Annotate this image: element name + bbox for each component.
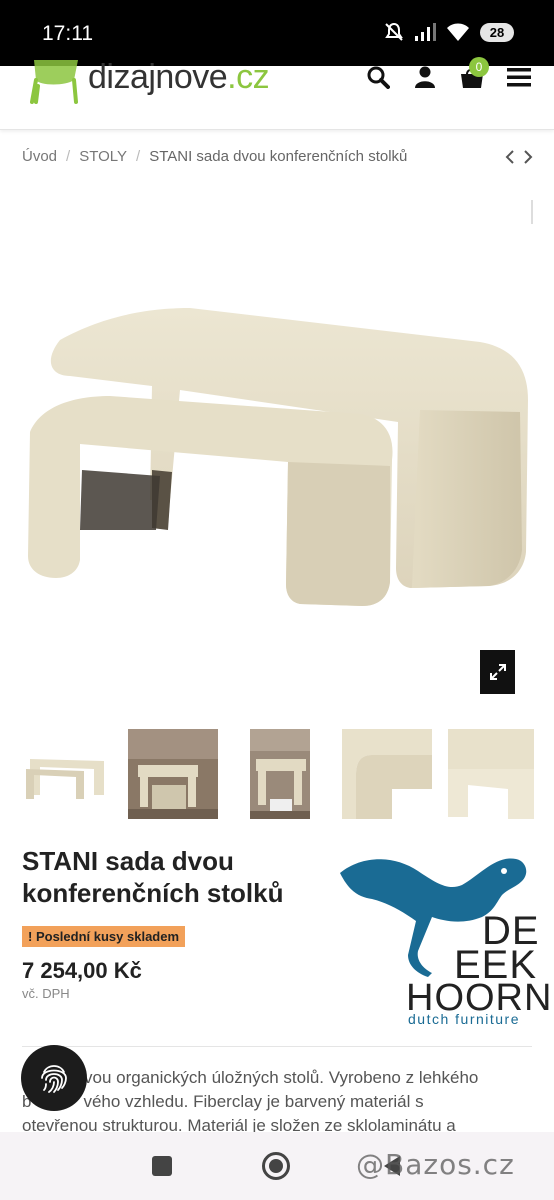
chevron-right-icon[interactable] — [522, 148, 534, 166]
thumbnail[interactable] — [128, 729, 218, 819]
header-actions: 0 — [365, 57, 532, 89]
thumbnail[interactable] — [448, 729, 534, 819]
status-icons: 28 — [384, 22, 514, 42]
breadcrumb-home[interactable]: Úvod — [22, 148, 57, 165]
product-description: vou organických úložných stolů. Vyrobeno… — [22, 1066, 534, 1138]
status-time: 17:11 — [42, 22, 93, 45]
brand-logo[interactable]: DE EEK HOORN dutch furniture — [330, 845, 551, 1030]
product-nav — [504, 148, 534, 166]
section-divider — [22, 1046, 532, 1047]
site-logo[interactable]: dizajnove.cz — [26, 58, 270, 104]
logo-text: dizajnove.cz — [88, 58, 270, 96]
watermark: @Bazos.cz — [356, 1148, 515, 1181]
brand-tagline: dutch furniture — [408, 1011, 520, 1027]
battery-icon: 28 — [480, 22, 514, 42]
description-line: vou organických úložných stolů. Vyrobeno… — [84, 1068, 479, 1087]
recents-button[interactable] — [152, 1156, 172, 1176]
zoom-button[interactable] — [480, 650, 515, 694]
vat-note: vč. DPH — [22, 986, 70, 1001]
user-icon[interactable] — [412, 66, 438, 88]
site-header: dizajnove.cz 0 — [0, 57, 554, 130]
fingerprint-button[interactable] — [21, 1045, 87, 1111]
description-line: b vého vzhledu. Fiberclay je barvený mate… — [22, 1092, 424, 1111]
breadcrumb-category[interactable]: STOLY — [79, 148, 127, 165]
menu-icon[interactable] — [506, 66, 532, 88]
wifi-icon — [447, 23, 469, 41]
product-title: STANI sada dvou konferenčních stolků — [22, 846, 284, 908]
expand-icon — [489, 664, 506, 680]
thumbnail[interactable] — [250, 729, 310, 819]
product-price: 7 254,00 Kč — [22, 958, 142, 983]
chevron-left-icon[interactable] — [504, 148, 516, 166]
status-bar: 17:11 28 — [0, 0, 554, 66]
thumbnail[interactable] — [342, 729, 432, 819]
cart-count-badge: 0 — [469, 57, 489, 77]
warning-icon: ! — [28, 929, 33, 944]
cart-icon[interactable]: 0 — [459, 57, 489, 88]
fingerprint-icon — [41, 1065, 67, 1093]
search-icon[interactable] — [365, 66, 391, 89]
stock-badge: ! Poslední kusy skladem — [22, 926, 186, 947]
breadcrumb: Úvod / STOLY / STANI sada dvou konferenč… — [22, 148, 407, 165]
image-scroll-indicator — [531, 200, 533, 224]
signal-icon — [415, 23, 436, 41]
chair-logo-icon — [30, 60, 78, 104]
breadcrumb-separator: / — [66, 148, 71, 165]
thumbnail[interactable] — [22, 729, 112, 819]
home-button[interactable] — [262, 1152, 290, 1180]
mute-icon — [385, 22, 403, 41]
product-main-image[interactable] — [0, 200, 554, 710]
breadcrumb-separator: / — [136, 148, 141, 165]
stock-label: Poslední kusy skladem — [35, 929, 180, 944]
thumbnail-strip — [22, 729, 534, 819]
breadcrumb-current: STANI sada dvou konferenčních stolků — [149, 148, 408, 165]
